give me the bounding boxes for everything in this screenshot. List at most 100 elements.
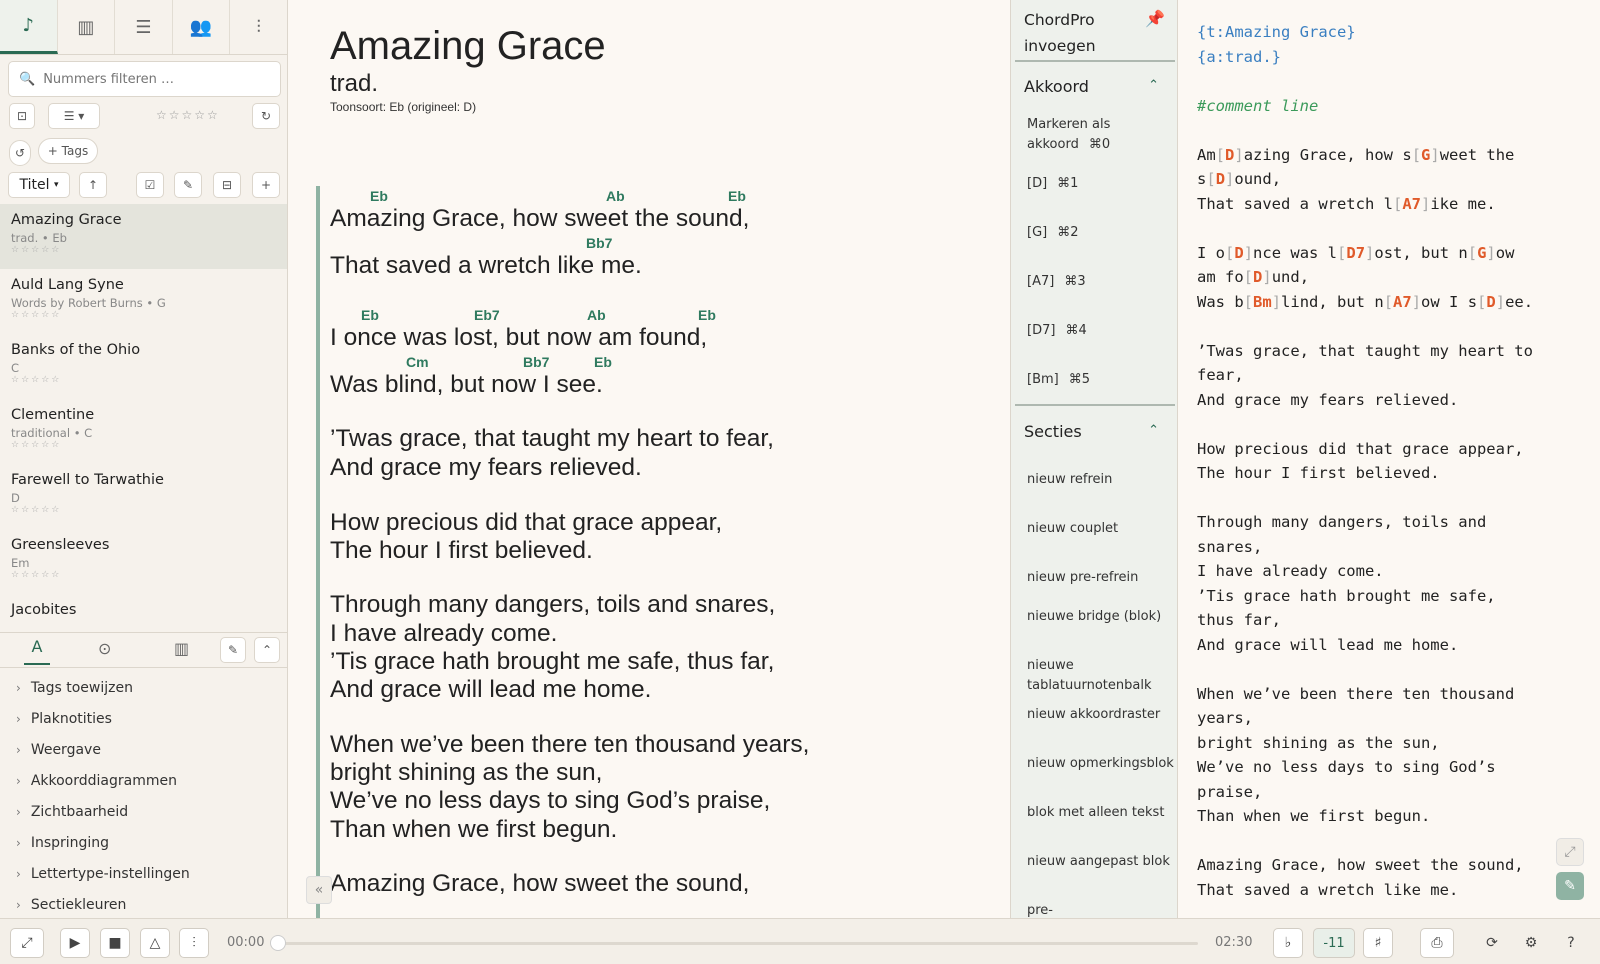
play-button[interactable]: ▶: [60, 928, 90, 958]
playback-tab[interactable]: ⊙: [98, 639, 111, 658]
settings-button[interactable]: ⚙: [1516, 928, 1546, 958]
chord-section-header[interactable]: Akkoord: [1024, 77, 1089, 96]
tab-songs[interactable]: ♪: [0, 0, 58, 54]
lyric-line: Amazing Grace, how sweet the sound,: [330, 870, 750, 897]
help-button[interactable]: ?: [1556, 928, 1586, 958]
tab-instrument[interactable]: ▥: [58, 0, 116, 54]
insert-chord-d[interactable]: [D] ⌘1: [1027, 174, 1177, 194]
list-item[interactable]: Auld Lang Syne Words by Robert Burns • G ☆…: [0, 269, 287, 334]
search-field[interactable]: 🔍: [8, 61, 281, 97]
import-button[interactable]: ⊟: [213, 172, 241, 198]
edit-mode-button[interactable]: ✎: [1556, 872, 1584, 900]
insert-pre-block[interactable]: pre-: [1027, 901, 1177, 918]
insert-chord-d7[interactable]: [D7] ⌘4: [1027, 321, 1177, 341]
expand-editor-button[interactable]: ⤢: [1556, 838, 1584, 866]
collapse-sidebar-button[interactable]: «: [306, 876, 332, 904]
stop-button[interactable]: ■: [100, 928, 130, 958]
prop-visibility[interactable]: › Zichtbaarheid: [0, 796, 287, 827]
list-item[interactable]: Greensleeves Em ☆☆☆☆☆: [0, 529, 287, 594]
edit-song-button[interactable]: ✎: [220, 637, 246, 663]
pin-icon[interactable]: 📌: [1145, 9, 1165, 28]
song-meta: trad. • Eb: [11, 231, 67, 245]
list-item[interactable]: Farewell to Tarwathie D ☆☆☆☆☆: [0, 464, 287, 529]
list-item[interactable]: Jacobites: [0, 594, 287, 628]
text-format-tab[interactable]: A: [24, 637, 50, 665]
insert-custom-block[interactable]: nieuw aangepast blok: [1027, 852, 1177, 872]
metronome-button[interactable]: △: [140, 928, 170, 958]
chevron-up-icon[interactable]: ⌃: [1148, 423, 1159, 438]
print-button[interactable]: ⎙: [1420, 928, 1454, 958]
metronome-icon: △: [149, 935, 161, 951]
song-title: Clementine: [11, 407, 95, 423]
edit-button[interactable]: ✎: [174, 172, 202, 198]
expand-icon: ⤢: [1564, 844, 1576, 860]
sort-direction-button[interactable]: ↑: [79, 172, 107, 198]
rating-filter[interactable]: ☆☆☆☆☆: [156, 108, 220, 122]
insert-chorus[interactable]: nieuw refrein: [1027, 470, 1177, 490]
prop-label: Plaknotities: [30, 710, 112, 727]
prop-sticky-notes[interactable]: › Plaknotities: [0, 703, 287, 734]
insert-verse[interactable]: nieuw couplet: [1027, 519, 1177, 539]
insert-text-block[interactable]: blok met alleen tekst: [1027, 803, 1177, 823]
search-input[interactable]: [43, 71, 264, 87]
song-rating: ☆☆☆☆☆: [11, 310, 62, 320]
list-item[interactable]: Banks of the Ohio C ☆☆☆☆☆: [0, 334, 287, 399]
reset-tags-button[interactable]: ↺: [9, 140, 31, 166]
chord-label: Eb7: [474, 307, 500, 323]
chevron-right-icon: ›: [16, 804, 21, 819]
add-tags-button[interactable]: + Tags: [38, 138, 98, 164]
insert-chord-bm[interactable]: [Bm] ⌘5: [1027, 370, 1177, 390]
reset-icon: ↺: [14, 146, 26, 160]
bottom-tabs: A ⊙ ▥ ✎ ⌃: [0, 632, 287, 668]
select-mode-button[interactable]: ☑: [136, 172, 164, 198]
collapse-panel-button[interactable]: ⌃: [254, 637, 280, 663]
prop-display[interactable]: › Weergave: [0, 734, 287, 765]
insert-pre-chorus[interactable]: nieuw pre-refrein: [1027, 568, 1177, 588]
prop-section-colors[interactable]: › Sectiekleuren: [0, 889, 287, 918]
source-text[interactable]: {t:Amazing Grace} {a:trad.} #comment lin…: [1197, 20, 1533, 902]
transpose-value[interactable]: -11: [1313, 928, 1355, 958]
tab-people[interactable]: 👥: [173, 0, 231, 54]
chevron-right-icon: ›: [16, 773, 21, 788]
sync-button[interactable]: ⟳: [1477, 928, 1507, 958]
list-item[interactable]: Amazing Grace trad. • Eb ☆☆☆☆☆: [0, 204, 287, 269]
insert-bridge[interactable]: nieuwe bridge (blok): [1027, 607, 1177, 627]
sort-select[interactable]: Titel ▾: [8, 172, 70, 198]
prop-chord-diagrams[interactable]: › Akkoorddiagrammen: [0, 765, 287, 796]
archive-button[interactable]: ⊡: [9, 103, 35, 129]
chordpro-insert-panel: ChordPro invoegen 📌 Akkoord ⌃ Markeren a…: [1010, 0, 1178, 918]
chord-label: Eb: [594, 354, 612, 370]
chordpro-source-editor[interactable]: {t:Amazing Grace} {a:trad.} #comment lin…: [1178, 0, 1600, 918]
progress-track[interactable]: [278, 942, 1198, 945]
song-meta: D: [11, 491, 20, 505]
prop-tags[interactable]: › Tags toewijzen: [0, 672, 287, 703]
prop-indent[interactable]: › Inspringing: [0, 827, 287, 858]
list-view-button[interactable]: ☰ ▾: [48, 103, 100, 129]
insert-comment-block[interactable]: nieuw opmerkingsblok: [1027, 754, 1177, 774]
song-title: Jacobites: [11, 602, 77, 618]
insert-chord-a7[interactable]: [A7] ⌘3: [1027, 272, 1177, 292]
insert-chord-g[interactable]: [G] ⌘2: [1027, 223, 1177, 243]
song-rating: ☆☆☆☆☆: [11, 375, 62, 385]
mark-as-chord-item[interactable]: Markeren als akkoord ⌘0: [1027, 115, 1177, 155]
fullscreen-button[interactable]: ⤢: [10, 928, 44, 958]
insert-tab-staff[interactable]: nieuwe tablatuurnotenbalk: [1027, 656, 1177, 696]
transpose-flat-button[interactable]: ♭: [1273, 928, 1303, 958]
tab-settings[interactable]: ⫶: [230, 0, 287, 54]
song-sidebar: ♪ ▥ ☰ 👥 ⫶ 🔍 ⊡ ☰ ▾ ☆☆☆☆☆ ↻ ↺ + Tags Titel…: [0, 0, 288, 918]
prop-font-settings[interactable]: › Lettertype-instellingen: [0, 858, 287, 889]
instrument-tab[interactable]: ▥: [174, 639, 189, 658]
player-settings-button[interactable]: ⫶: [179, 928, 209, 958]
list-item[interactable]: Clementine traditional • C ☆☆☆☆☆: [0, 399, 287, 464]
progress-thumb[interactable]: [270, 935, 286, 951]
refresh-button[interactable]: ↻: [252, 103, 280, 129]
chevron-up-icon[interactable]: ⌃: [1148, 78, 1159, 93]
song-title: Farewell to Tarwathie: [11, 472, 164, 488]
transpose-sharp-button[interactable]: ♯: [1363, 928, 1393, 958]
insert-chord-grid[interactable]: nieuw akkoordraster: [1027, 705, 1177, 725]
add-song-button[interactable]: +: [252, 172, 280, 198]
sections-header[interactable]: Secties: [1024, 422, 1082, 441]
shortcut: ⌘2: [1057, 225, 1079, 240]
divider: [1015, 60, 1175, 62]
tab-playlists[interactable]: ☰: [115, 0, 173, 54]
